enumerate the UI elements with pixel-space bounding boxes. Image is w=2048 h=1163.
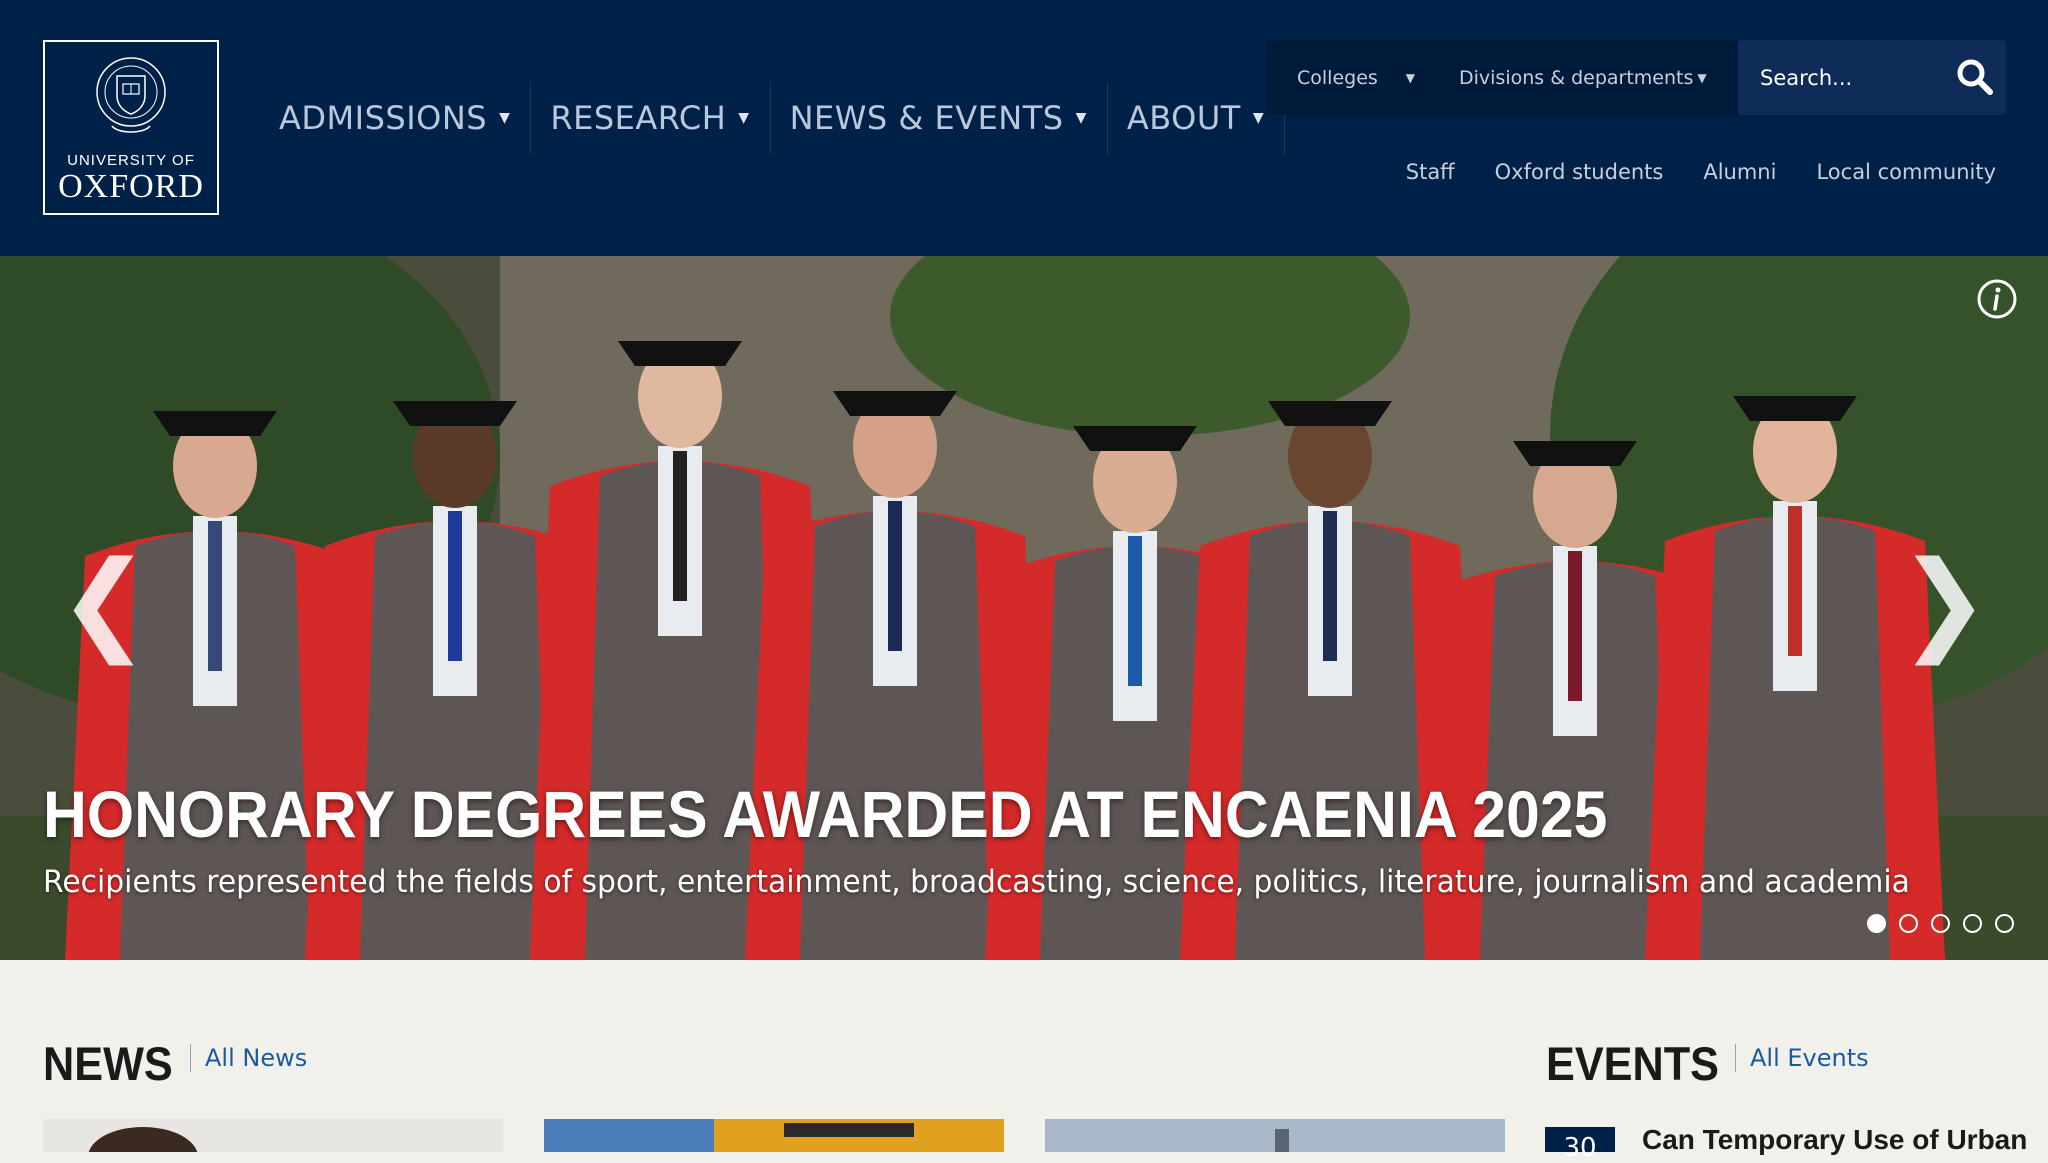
nav-label: RESEARCH bbox=[550, 99, 727, 137]
site-header: UNIVERSITY OF OXFORD ADMISSIONS ▼ RESEARC… bbox=[0, 0, 2048, 256]
university-crest-icon bbox=[96, 57, 166, 133]
carousel-dot[interactable] bbox=[1963, 914, 1982, 933]
colleges-label: Colleges bbox=[1297, 66, 1378, 89]
audience-links: Staff Oxford students Alumni Local commu… bbox=[1406, 160, 1996, 184]
info-icon[interactable] bbox=[1976, 278, 2018, 320]
event-title-link[interactable]: Can Temporary Use of Urban bbox=[1642, 1124, 2027, 1156]
oxford-logo[interactable]: UNIVERSITY OF OXFORD bbox=[43, 40, 219, 215]
carousel-next-arrow-icon[interactable]: ❯ bbox=[1898, 546, 1990, 656]
carousel-prev-arrow-icon[interactable]: ❮ bbox=[58, 546, 150, 656]
carousel-pagination bbox=[1867, 914, 2014, 933]
nav-news-events[interactable]: NEWS & EVENTS ▼ bbox=[771, 82, 1108, 154]
event-date-badge: 30 bbox=[1545, 1127, 1615, 1163]
caret-down-icon: ▼ bbox=[499, 110, 511, 126]
carousel-dot[interactable] bbox=[1867, 914, 1886, 933]
nav-label: ABOUT bbox=[1126, 99, 1241, 137]
search-input[interactable] bbox=[1760, 65, 1960, 90]
carousel-dot[interactable] bbox=[1931, 914, 1950, 933]
all-events-link[interactable]: All Events bbox=[1735, 1044, 1869, 1072]
news-thumbnail-3[interactable] bbox=[1045, 1119, 1505, 1152]
caret-down-icon: ▼ bbox=[1405, 70, 1416, 85]
news-thumbnail-2[interactable] bbox=[544, 1119, 1004, 1152]
caret-down-icon: ▼ bbox=[1697, 70, 1707, 85]
search-box bbox=[1738, 40, 2006, 115]
caret-down-icon: ▼ bbox=[1252, 110, 1265, 126]
news-thumbnail-1[interactable] bbox=[43, 1119, 503, 1152]
hero-photo-graduates bbox=[0, 256, 2048, 960]
carousel-dot[interactable] bbox=[1995, 914, 2014, 933]
search-icon[interactable] bbox=[1956, 58, 1994, 96]
events-heading: EVENTS bbox=[1546, 1037, 1720, 1090]
utility-bar: Colleges ▼ Divisions & departments ▼ bbox=[1266, 40, 1738, 115]
hero-carousel: ❮ ❯ HONORARY DEGREES AWARDED AT ENCAENIA… bbox=[0, 256, 2048, 960]
link-local-community[interactable]: Local community bbox=[1816, 160, 1996, 184]
nav-label: NEWS & EVENTS bbox=[789, 99, 1064, 137]
logo-text-big: OXFORD bbox=[58, 168, 204, 205]
nav-admissions[interactable]: ADMISSIONS ▼ bbox=[260, 82, 532, 154]
news-heading: NEWS bbox=[43, 1037, 173, 1090]
divisions-label: Divisions & departments bbox=[1459, 66, 1694, 89]
main-navigation: ADMISSIONS ▼ RESEARCH ▼ NEWS & EVENTS ▼ ABO… bbox=[260, 82, 1286, 154]
divisions-dropdown[interactable]: Divisions & departments ▼ bbox=[1459, 40, 1707, 115]
caret-down-icon: ▼ bbox=[738, 110, 750, 126]
nav-about[interactable]: ABOUT ▼ bbox=[1108, 82, 1286, 154]
caret-down-icon: ▼ bbox=[1075, 110, 1087, 126]
carousel-dot[interactable] bbox=[1899, 914, 1918, 933]
link-oxford-students[interactable]: Oxford students bbox=[1495, 160, 1664, 184]
nav-research[interactable]: RESEARCH ▼ bbox=[531, 82, 771, 154]
colleges-dropdown[interactable]: Colleges ▼ bbox=[1297, 40, 1415, 115]
all-news-link[interactable]: All News bbox=[190, 1044, 307, 1072]
hero-subtitle: Recipients represented the fields of spo… bbox=[43, 864, 1910, 900]
link-staff[interactable]: Staff bbox=[1406, 160, 1455, 184]
logo-text-small: UNIVERSITY OF bbox=[67, 152, 195, 169]
hero-headline[interactable]: HONORARY DEGREES AWARDED AT ENCAENIA 202… bbox=[43, 776, 1607, 852]
link-alumni[interactable]: Alumni bbox=[1703, 160, 1776, 184]
nav-label: ADMISSIONS bbox=[279, 99, 488, 137]
